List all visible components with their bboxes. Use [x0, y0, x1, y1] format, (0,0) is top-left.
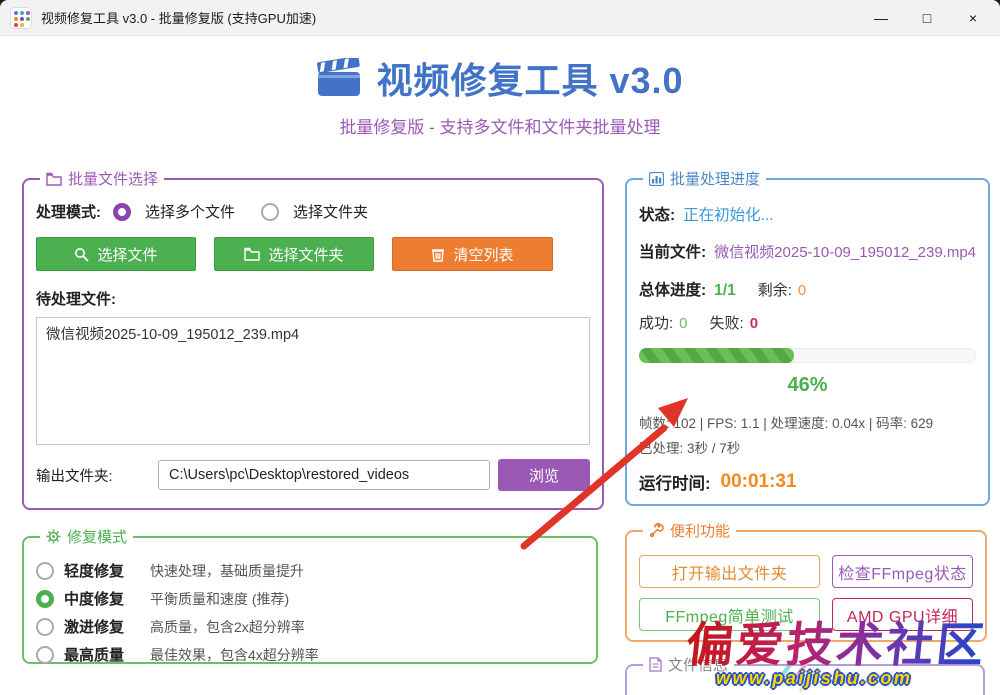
panel-file-selection-legend: 批量文件选择: [40, 168, 164, 189]
panel-utilities-legend: 便利功能: [643, 520, 736, 541]
runtime-value: 00:01:31: [721, 471, 797, 493]
select-folder-button[interactable]: 选择文件夹: [214, 237, 374, 271]
watermark-text: 偏爱技术社区: [683, 606, 990, 675]
radio-aggressive[interactable]: [36, 618, 54, 636]
file-list-item[interactable]: 微信视频2025-10-09_195012_239.mp4: [46, 323, 580, 344]
current-file-row: 当前文件: 微信视频2025-10-09_195012_239.mp4: [639, 240, 976, 262]
repair-option-best[interactable]: 最高质量 最佳效果，包含4x超分辨率: [36, 644, 584, 665]
stats-line: 帧数: 102 | FPS: 1.1 | 处理速度: 0.04x | 码率: 6…: [639, 412, 976, 432]
status-value: 正在初始化...: [683, 203, 773, 225]
app-logo-icon: [10, 7, 32, 29]
close-button[interactable]: ×: [950, 0, 996, 36]
mode-label: 处理模式:: [36, 201, 101, 222]
radio-best[interactable]: [36, 646, 54, 664]
panel-repair-mode: 修复模式 轻度修复 快速处理，基础质量提升 中度修复 平衡质量和速度 (推荐) …: [22, 526, 598, 664]
remaining-label: 剩余:: [758, 279, 792, 300]
radio-folder-label[interactable]: 选择文件夹: [293, 201, 368, 222]
radio-medium[interactable]: [36, 590, 54, 608]
folder-icon: [46, 172, 62, 186]
output-folder-row: 输出文件夹: 浏览: [36, 459, 590, 491]
check-ffmpeg-button[interactable]: 检查FFmpeg状态: [832, 555, 973, 588]
runtime-row: 运行时间: 00:01:31: [639, 470, 976, 494]
clapperboard-icon: [316, 58, 362, 98]
trash-icon: [431, 247, 445, 262]
page-subtitle: 批量修复版 - 支持多文件和文件夹批量处理: [0, 113, 1000, 138]
radio-multi-files[interactable]: [113, 203, 131, 221]
progress-bar: [639, 348, 976, 363]
file-buttons-row: 选择文件 选择文件夹 清空列表: [36, 237, 590, 271]
panel-progress-legend: 批量处理进度: [643, 168, 766, 189]
maximize-button[interactable]: □: [904, 0, 950, 36]
current-file-value: 微信视频2025-10-09_195012_239.mp4: [714, 241, 976, 262]
success-value: 0: [679, 315, 687, 332]
overall-label: 总体进度:: [639, 278, 706, 300]
output-folder-input[interactable]: [158, 460, 490, 490]
remaining-value: 0: [798, 282, 806, 299]
document-icon: [649, 657, 662, 672]
bar-chart-icon: [649, 172, 664, 186]
processed-line: 已处理: 3秒 / 7秒: [639, 437, 976, 457]
app-window: 视频修复工具 v3.0 - 批量修复版 (支持GPU加速) — □ ×: [0, 0, 1000, 695]
open-output-folder-button[interactable]: 打开输出文件夹: [639, 555, 820, 588]
status-row: 状态: 正在初始化...: [639, 203, 976, 225]
failed-value: 0: [750, 315, 758, 332]
repair-option-light[interactable]: 轻度修复 快速处理，基础质量提升: [36, 560, 584, 581]
file-list[interactable]: 微信视频2025-10-09_195012_239.mp4: [36, 317, 590, 445]
clear-list-button[interactable]: 清空列表: [392, 237, 553, 271]
panel-file-selection: 批量文件选择 处理模式: 选择多个文件 选择文件夹 选择文件 选择文件夹: [22, 168, 604, 510]
window-title: 视频修复工具 v3.0 - 批量修复版 (支持GPU加速): [41, 8, 854, 27]
radio-folder[interactable]: [261, 203, 279, 221]
repair-option-aggressive[interactable]: 激进修复 高质量，包含2x超分辨率: [36, 616, 584, 637]
magnifier-icon: [74, 247, 89, 262]
radio-multi-files-label[interactable]: 选择多个文件: [145, 201, 235, 222]
wrench-icon: [649, 523, 664, 538]
header: 视频修复工具 v3.0 批量修复版 - 支持多文件和文件夹批量处理: [0, 36, 1000, 138]
progress-fill: [639, 348, 794, 363]
overall-value: 1/1: [714, 282, 736, 300]
success-failed-row: 成功: 0 失败: 0: [639, 312, 976, 333]
repair-option-medium[interactable]: 中度修复 平衡质量和速度 (推荐): [36, 588, 584, 609]
current-file-label: 当前文件:: [639, 240, 706, 262]
output-folder-label: 输出文件夹:: [36, 465, 158, 486]
radio-light[interactable]: [36, 562, 54, 580]
panel-progress: 批量处理进度 状态: 正在初始化... 当前文件: 微信视频2025-10-09…: [625, 168, 990, 506]
overall-progress-row: 总体进度: 1/1 剩余: 0: [639, 278, 976, 300]
pending-files-label: 待处理文件:: [36, 288, 590, 309]
browse-button[interactable]: 浏览: [498, 459, 590, 491]
folder-icon: [244, 247, 260, 261]
failed-label: 失败:: [710, 312, 744, 333]
success-label: 成功:: [639, 312, 673, 333]
titlebar: 视频修复工具 v3.0 - 批量修复版 (支持GPU加速) — □ ×: [0, 0, 1000, 36]
runtime-label: 运行时间:: [639, 470, 711, 494]
page-title: 视频修复工具 v3.0: [376, 52, 683, 104]
progress-percent: 46%: [639, 374, 976, 397]
mode-row: 处理模式: 选择多个文件 选择文件夹: [36, 201, 590, 222]
watermark-url: www.paijishu.com: [716, 668, 912, 689]
status-label: 状态:: [639, 203, 675, 225]
minimize-button[interactable]: —: [858, 0, 904, 36]
gear-icon: [46, 529, 61, 544]
panel-repair-mode-legend: 修复模式: [40, 526, 133, 547]
select-files-button[interactable]: 选择文件: [36, 237, 196, 271]
